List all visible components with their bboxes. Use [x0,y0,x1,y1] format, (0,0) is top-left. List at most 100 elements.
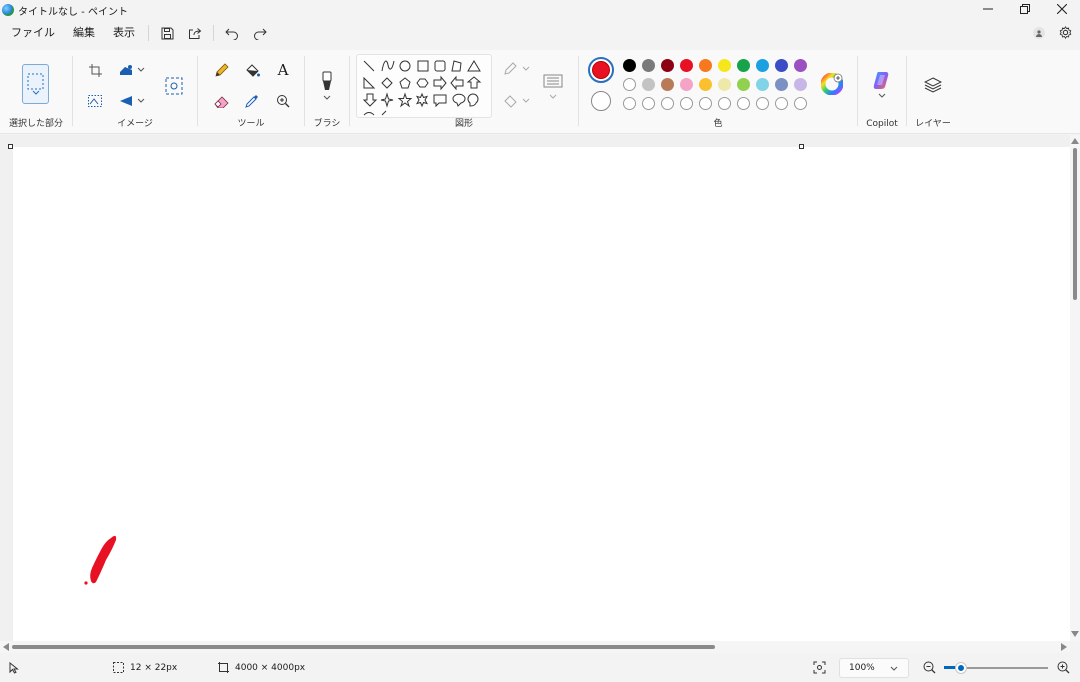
palette-color-swatch[interactable] [623,59,636,72]
colors-group-label: 色 [713,119,723,129]
canvas-resize-handle[interactable] [8,144,13,149]
gear-icon [1059,25,1072,39]
custom-color-slot[interactable] [794,97,807,110]
custom-color-slot[interactable] [680,97,693,110]
oval-callout-shape-icon [452,93,466,107]
eraser-button[interactable] [212,92,230,110]
select-button[interactable] [22,64,49,104]
palette-color-swatch[interactable] [718,78,731,91]
palette-color-swatch[interactable] [661,78,674,91]
palette-color-swatch[interactable] [775,59,788,72]
zoom-select[interactable]: 100% [839,658,909,678]
resize-button[interactable] [117,62,147,78]
restore-button[interactable] [1006,0,1043,18]
custom-color-slot[interactable] [737,97,750,110]
fill-button[interactable] [243,61,261,79]
palette-color-swatch[interactable] [680,78,693,91]
outline-button[interactable] [500,60,532,78]
custom-color-slot[interactable] [623,97,636,110]
palette-color-swatch[interactable] [737,59,750,72]
zoom-slider-thumb[interactable] [956,663,966,673]
undo-button[interactable] [218,22,246,44]
palette-color-swatch[interactable] [756,78,769,91]
left-arrow-shape-icon [450,75,464,91]
fit-to-window-button[interactable] [813,661,826,674]
image-creator-button[interactable] [163,75,185,97]
custom-color-slot[interactable] [642,97,655,110]
custom-color-slot[interactable] [699,97,712,110]
cloud-callout-shape-icon [467,93,479,107]
up-arrow-shape-icon [466,76,482,89]
palette-color-swatch[interactable] [661,59,674,72]
canvas-resize-handle[interactable] [799,144,804,149]
shapes-gallery[interactable] [356,54,492,118]
canvas-drawing [84,535,117,585]
palette-color-swatch[interactable] [623,78,636,91]
scroll-right-icon [1061,643,1067,651]
heart-shape-icon [363,112,375,116]
brush-button[interactable] [318,66,336,106]
zoom-in-button[interactable] [1057,661,1070,674]
canvas-size-icon [218,662,229,673]
background-remove-button[interactable] [87,93,103,109]
chevron-down-icon [522,66,529,71]
menu-file[interactable]: ファイル [0,22,64,44]
magnifier-button[interactable] [274,92,292,110]
menu-edit[interactable]: 編集 [64,22,104,44]
account-button[interactable] [1033,27,1045,39]
minimize-icon [982,8,993,10]
custom-color-slot[interactable] [718,97,731,110]
save-button[interactable] [153,22,181,44]
custom-color-slot[interactable] [756,97,769,110]
fit-screen-icon [813,661,826,674]
text-button[interactable]: A [274,61,292,79]
zoom-out-button[interactable] [923,661,936,674]
layers-button[interactable] [922,74,944,96]
minimize-button[interactable] [969,0,1006,18]
menu-divider [213,25,214,41]
palette-color-swatch[interactable] [699,78,712,91]
drawing-canvas[interactable] [13,147,1070,641]
palette-color-swatch[interactable] [756,59,769,72]
custom-color-slot[interactable] [775,97,788,110]
menu-view[interactable]: 表示 [104,22,144,44]
redo-button[interactable] [246,22,274,44]
chevron-down-icon [323,95,331,100]
crop-button[interactable] [87,62,103,78]
line-size-button[interactable] [542,70,564,104]
palette-color-swatch[interactable] [642,78,655,91]
crop-icon [88,63,102,77]
curve-shape-icon [381,60,395,72]
palette-color-swatch[interactable] [699,59,712,72]
share-button[interactable] [181,22,209,44]
primary-color-button[interactable] [588,57,614,83]
palette-color-swatch[interactable] [680,59,693,72]
status-bar: 12 × 22px 4000 × 4000px 100% [0,654,1080,682]
copilot-button[interactable] [870,68,894,100]
custom-color-slot[interactable] [661,97,674,110]
color-picker-button[interactable] [243,92,261,110]
rounded-rectangle-shape-icon [434,60,446,72]
palette-color-swatch[interactable] [642,59,655,72]
settings-button[interactable] [1059,24,1072,43]
horizontal-scroll-thumb[interactable] [12,645,715,649]
rotate-button[interactable] [117,93,147,109]
hexagon-shape-icon [416,78,429,88]
right-triangle-shape-icon [363,76,376,89]
secondary-color-button[interactable] [591,91,611,111]
palette-color-swatch[interactable] [737,78,750,91]
vertical-scroll-thumb[interactable] [1073,148,1077,300]
canvas-area[interactable] [0,135,1070,641]
palette-color-swatch[interactable] [718,59,731,72]
palette-color-swatch[interactable] [775,78,788,91]
tools-group-label: ツール [237,119,265,129]
shape-fill-button[interactable] [500,92,532,110]
copilot-group-label: Copilot [866,119,898,129]
close-button[interactable] [1043,0,1080,18]
share-icon [189,27,202,39]
lightning-shape-icon [381,110,387,116]
edit-colors-button[interactable] [820,72,844,96]
palette-color-swatch[interactable] [794,78,807,91]
pencil-button[interactable] [212,61,230,79]
palette-color-swatch[interactable] [794,59,807,72]
